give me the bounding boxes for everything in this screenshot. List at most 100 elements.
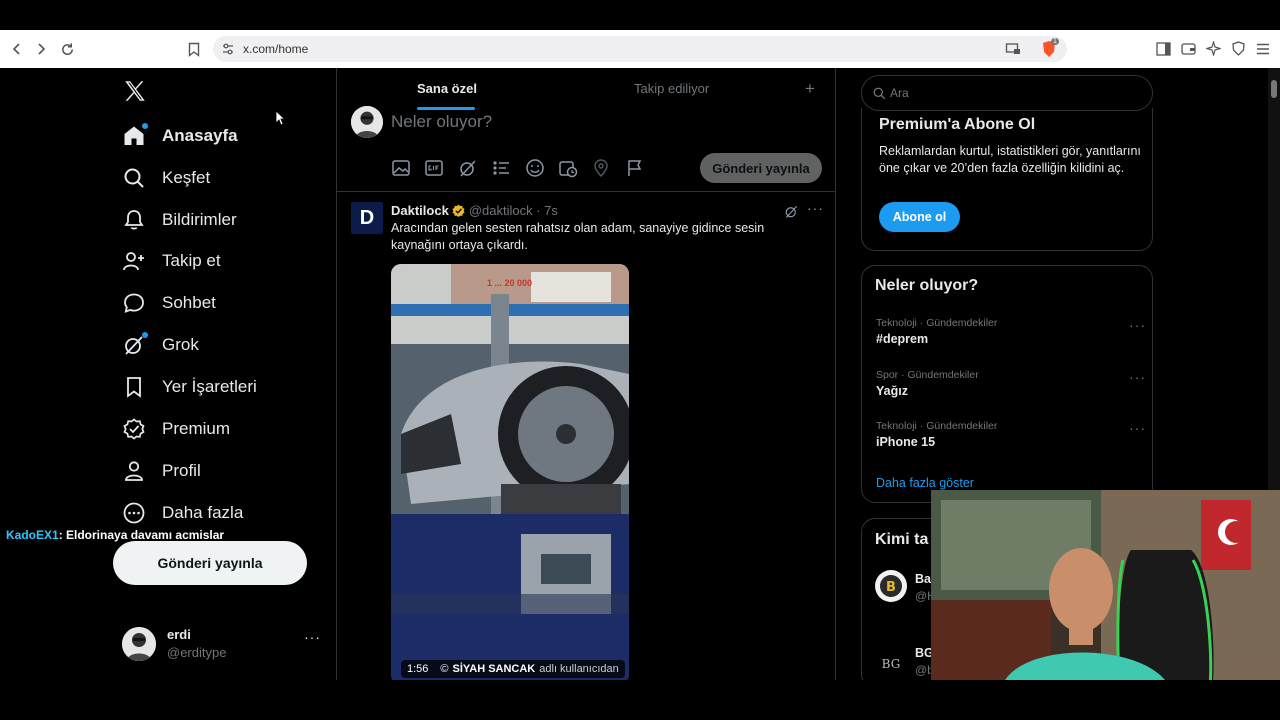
leo-ai-icon[interactable] [1206,41,1221,56]
video-frame [391,264,629,680]
more-options-icon[interactable]: ··· [304,629,321,645]
tweet-text: Aracından gelen sesten rahatsız olan ada… [391,221,765,252]
trend-more-icon[interactable]: ··· [1129,420,1146,436]
who-to-follow-title: Kimi ta [875,531,929,548]
follow-icon [122,249,146,273]
chat-text: : Eldorinaya davamı acmislar [58,528,225,542]
nav-label: Takip et [162,251,221,270]
tweet-more-icon[interactable]: ··· [807,200,824,216]
video-credit-name[interactable]: SİYAH SANCAK [453,663,536,675]
trend-meta: Teknoloji · Gündemdekiler [876,420,998,432]
trend-more-icon[interactable]: ··· [1129,369,1146,385]
tweet-handle[interactable]: @daktilock · 7s [469,203,558,218]
nav-item-grok[interactable]: Grok [122,330,199,360]
chat-username: KadoEX1 [6,528,59,542]
menu-icon[interactable] [1256,43,1270,55]
webcam-overlay [931,490,1280,690]
nav-item-chat[interactable]: Sohbet [122,288,216,318]
nav-item-profile[interactable]: Profil [122,456,201,486]
trend-item[interactable]: Teknoloji · Gündemdekiler iPhone 15 ··· [876,420,1146,449]
subscribe-button[interactable]: Abone ol [879,202,960,232]
nav-label: Yer İşaretleri [162,377,257,396]
grok-icon [122,332,148,357]
chat-icon [122,291,146,315]
nav-item-premium[interactable]: Premium [122,414,230,444]
flag-icon[interactable] [625,158,645,178]
wallet-icon[interactable] [1181,42,1196,56]
tab-following[interactable]: Takip ediliyor [634,81,709,96]
webcam-video [931,490,1280,690]
compose-input[interactable]: Neler oluyor? [391,112,492,132]
tweet[interactable]: D Daktilock @daktilock · 7s ··· Aracında… [337,192,835,680]
nav-item-explore[interactable]: Keşfet [122,163,210,193]
search-icon [873,87,886,100]
window-bottom-strip [0,680,1280,720]
trends-card: Neler oluyor? Teknoloji · Gündemdekiler … [861,265,1153,503]
nav-label: Keşfet [162,168,211,187]
compose-send-button[interactable]: Gönderi yayınla [700,153,822,183]
forward-button[interactable] [28,36,54,62]
suggested-user-avatar[interactable]: B [875,570,907,602]
shield-badge: 1 [1051,38,1059,45]
suggested-user-avatar[interactable]: BG [875,647,907,679]
reload-icon [61,42,73,55]
add-tab-icon[interactable]: + [805,79,815,99]
stream-chat-message: KadoEX1: Eldorinaya davamı acmislar [6,528,224,542]
bookmark-outline-icon [188,42,200,57]
trend-item[interactable]: Spor · Gündemdekiler Yağız ··· [876,369,1146,398]
address-bar[interactable]: x.com/home 1 [213,36,1067,62]
notification-dot [142,123,148,129]
nav-item-more[interactable]: Daha fazla [122,498,243,528]
emoji-icon[interactable] [525,158,545,178]
tweet-video[interactable]: 1 ... 20 000 1:56 © SİYAH SANCAK adlı ku… [391,264,629,680]
search-icon [122,166,146,190]
browser-toolbar: x.com/home 1 [0,30,1280,68]
cast-icon[interactable] [1005,42,1021,56]
tweet-header: Daktilock @daktilock · 7s [391,203,558,218]
chevron-right-icon [38,43,46,55]
left-sidebar: Anasayfa Keşfet Bildirimler Takip et Soh… [0,68,336,680]
url-text: x.com/home [243,42,309,56]
tweet-avatar[interactable]: D [351,202,383,234]
trend-meta: Teknoloji · Gündemdekiler [876,317,998,329]
reload-button[interactable] [54,36,80,62]
tweet-author-name[interactable]: Daktilock [391,203,449,218]
compose-avatar [351,106,383,138]
nav-item-notifications[interactable]: Bildirimler [122,205,237,235]
image-icon[interactable] [391,158,411,178]
sidebar-toggle-icon[interactable] [1156,42,1171,56]
trend-item[interactable]: Teknoloji · Gündemdekiler #deprem ··· [876,317,1146,346]
poll-icon[interactable] [491,158,511,178]
user-name: erdi [167,627,191,642]
trend-topic: Yağız [876,384,908,398]
nav-item-home[interactable]: Anasayfa [122,121,238,151]
bookmark-page-button[interactable] [181,36,207,62]
user-avatar [122,627,156,661]
search-input[interactable]: Ara [861,75,1153,111]
video-credit-suffix: adlı kullanıcıdan [539,663,619,675]
x-logo-icon[interactable] [122,78,148,104]
show-more-link[interactable]: Daha fazla göster [876,476,974,490]
nav-item-follow[interactable]: Takip et [122,246,221,276]
grok-explain-icon[interactable] [784,204,799,219]
nav-label: Profil [162,461,201,480]
trend-topic: iPhone 15 [876,435,936,449]
vpn-icon[interactable] [1231,41,1246,56]
post-button[interactable]: Gönderi yayınla [113,541,307,585]
suggested-user-name[interactable]: Ba [915,572,931,586]
location-icon[interactable] [591,158,611,178]
user-handle: @erditype [167,645,227,660]
scrollbar-thumb[interactable] [1271,80,1277,98]
verified-badge-icon [452,204,465,217]
premium-title: Premium'a Abone Ol [879,116,1036,133]
grok-compose-icon[interactable] [458,158,478,178]
tab-for-you[interactable]: Sana özel [417,81,477,96]
account-switcher[interactable]: erdi @erditype ··· [122,624,322,662]
schedule-icon[interactable] [558,158,578,178]
back-button[interactable] [4,36,30,62]
brave-shield-icon[interactable]: 1 [1041,38,1059,58]
notification-dot [142,332,148,338]
gif-icon[interactable] [424,158,444,178]
nav-item-bookmarks[interactable]: Yer İşaretleri [122,372,257,402]
trend-more-icon[interactable]: ··· [1129,317,1146,333]
